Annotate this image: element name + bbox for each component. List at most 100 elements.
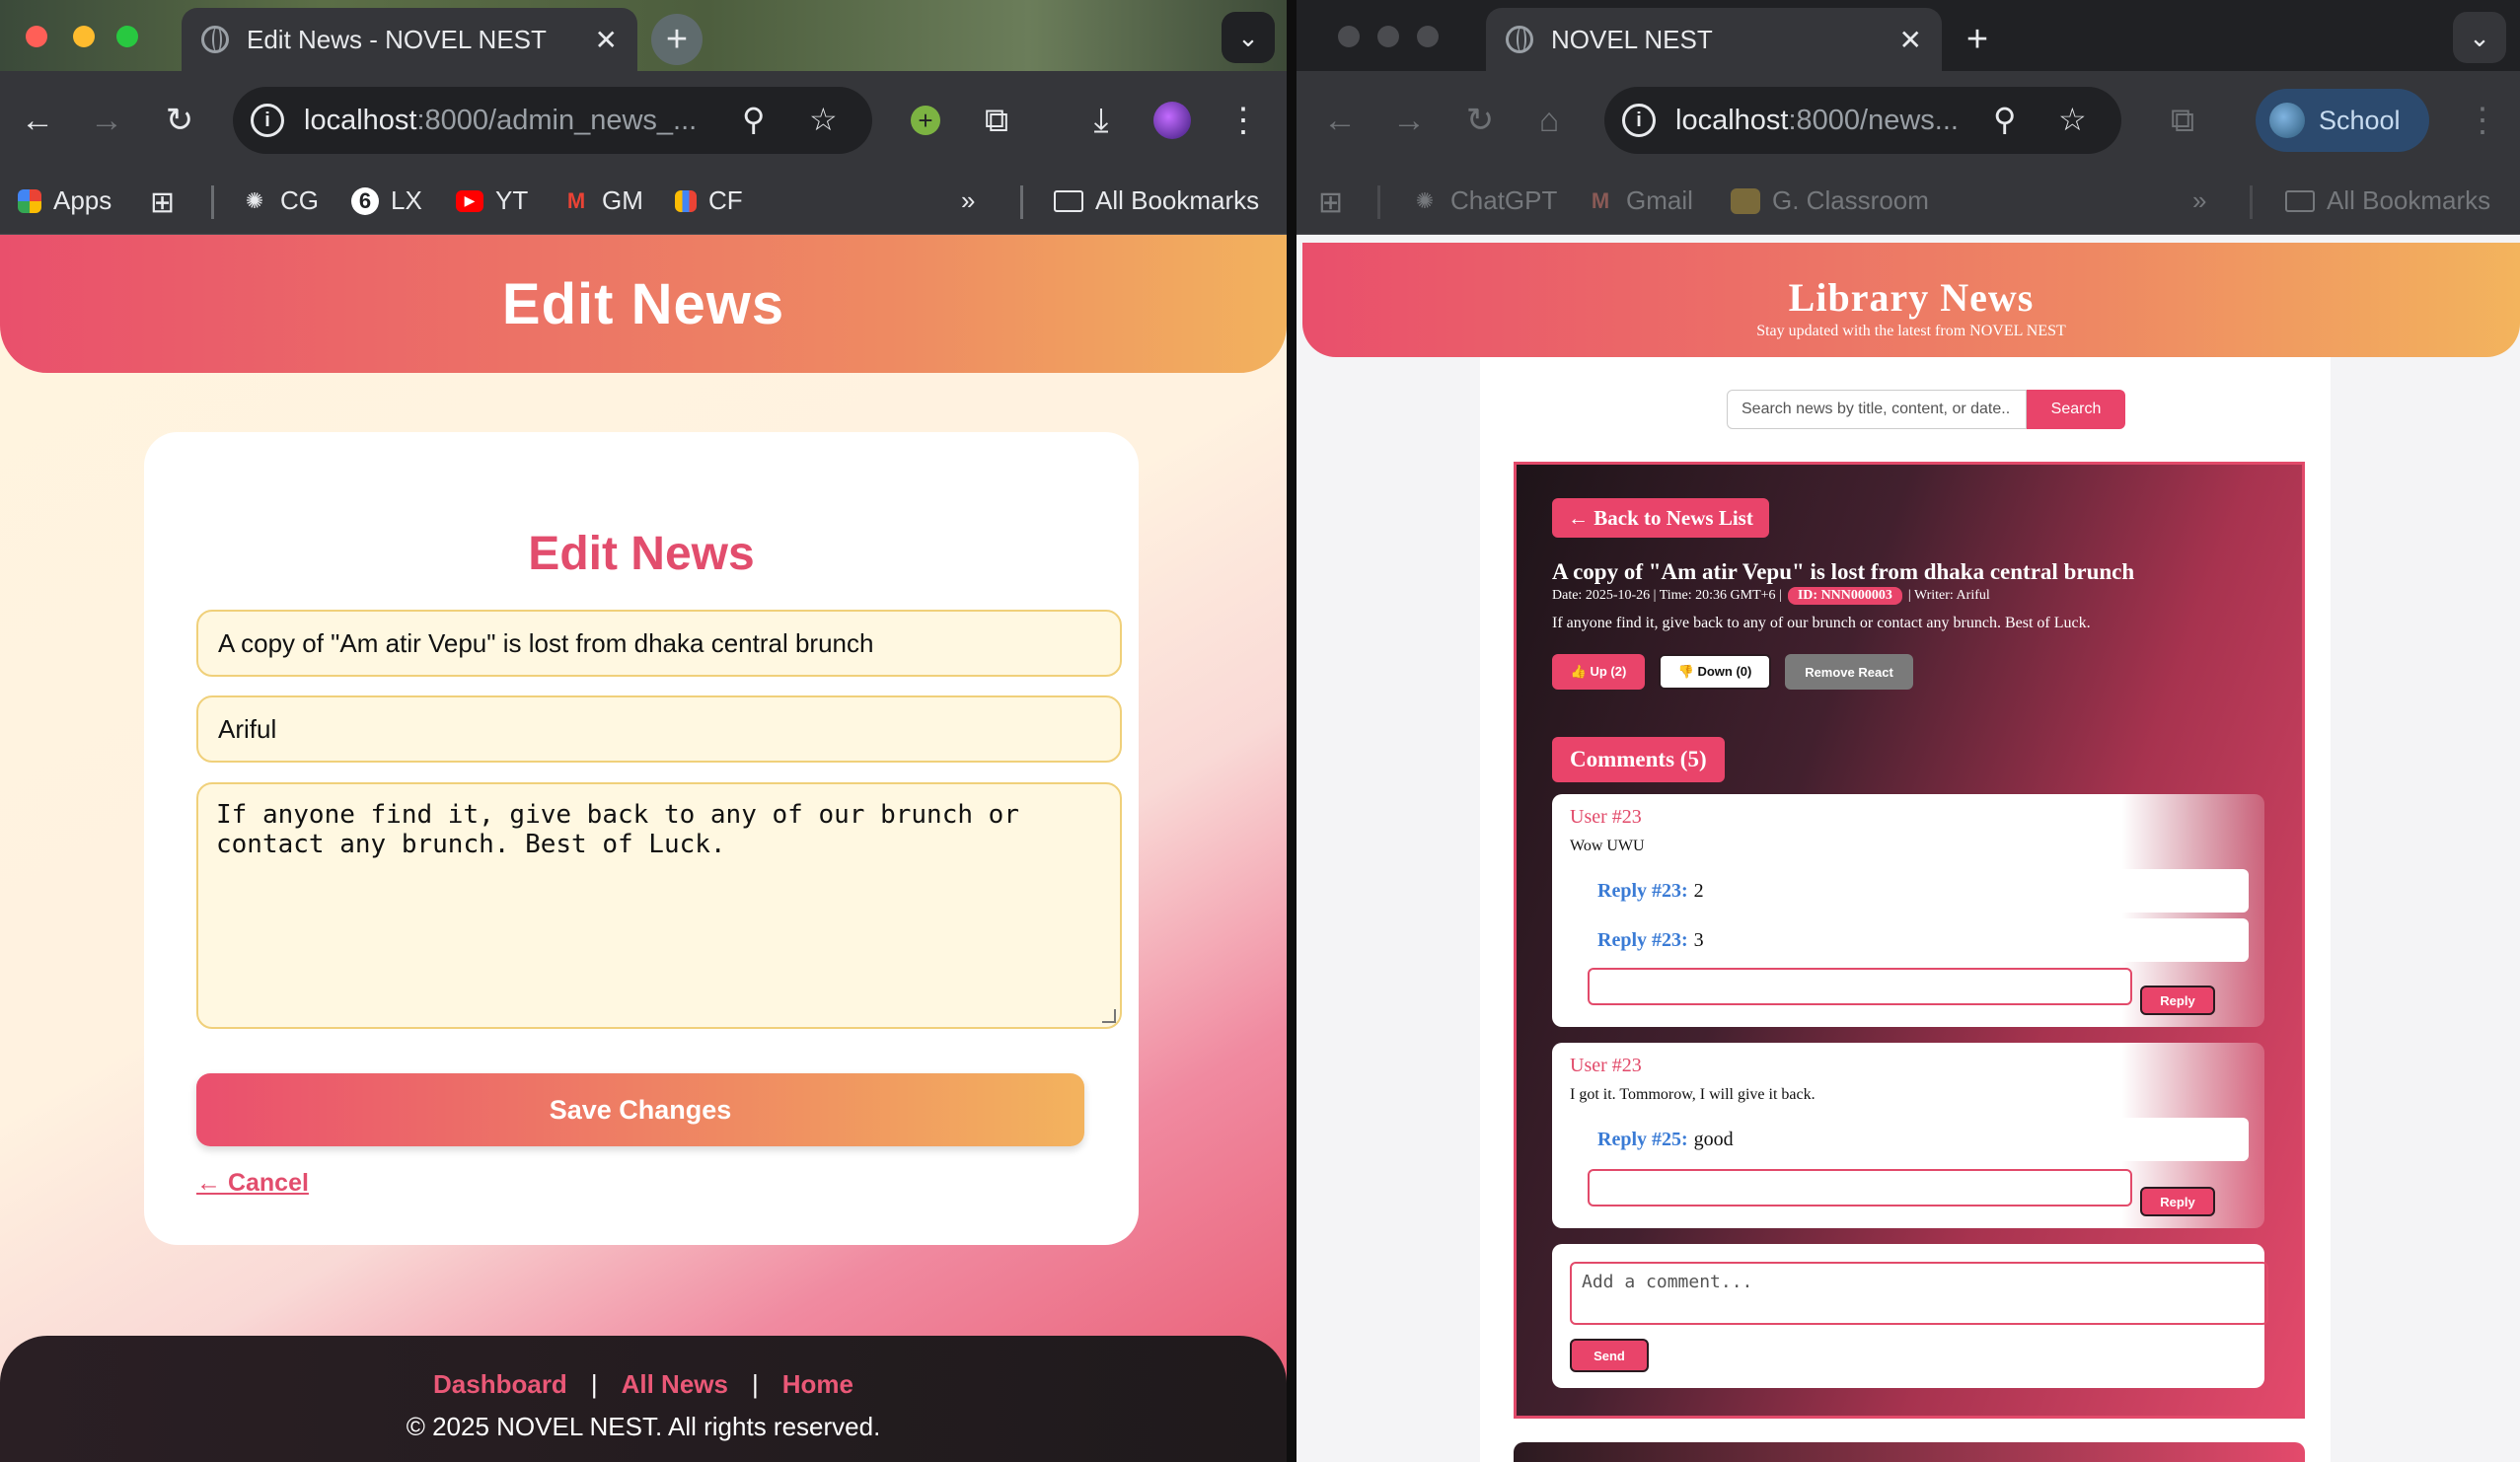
url-host: localhost (1675, 104, 1789, 136)
site-info-icon[interactable]: i (251, 104, 284, 137)
footer-link-home[interactable]: Home (782, 1369, 853, 1399)
bookmark-cf[interactable]: CF (675, 185, 743, 216)
url-path: :8000/admin_news_... (416, 104, 698, 136)
news-date-time: Date: 2025-10-26 | Time: 20:36 GMT+6 | (1552, 588, 1782, 603)
page-title: Edit News (501, 271, 785, 336)
writer-input[interactable]: Ariful (196, 695, 1122, 763)
footer-link-all-news[interactable]: All News (622, 1369, 728, 1399)
tab-close-icon[interactable]: ✕ (1899, 24, 1922, 56)
bookmark-chatgpt[interactable]: ✺ ChatGPT (1411, 185, 1558, 216)
next-news-panel (1514, 1442, 2305, 1462)
zoom-icon[interactable]: ⚲ (742, 101, 765, 138)
forward-arrow-icon[interactable]: → (81, 95, 132, 146)
reply-button[interactable]: Reply (2140, 1187, 2215, 1216)
tab-search-button[interactable]: ⌄ (2453, 12, 2506, 63)
all-bookmarks[interactable]: All Bookmarks (1054, 185, 1259, 216)
back-arrow-icon[interactable]: ← (12, 95, 63, 146)
reload-icon[interactable]: ↻ (1454, 95, 1506, 146)
zoom-window-button[interactable] (1417, 26, 1439, 47)
youtube-icon: ▶ (456, 189, 483, 212)
more-bookmarks-icon[interactable]: » (2192, 185, 2206, 216)
cancel-link[interactable]: ← Cancel (196, 1169, 309, 1198)
minimize-window-button[interactable] (1377, 26, 1399, 47)
bookmark-label: Apps (53, 185, 112, 215)
profile-avatar (2269, 103, 2305, 138)
bookmark-gmail[interactable]: M Gmail (1587, 185, 1693, 216)
close-window-button[interactable] (1338, 26, 1360, 47)
bookmark-gm[interactable]: M GM (562, 185, 643, 216)
reply-input[interactable] (1588, 1169, 2132, 1206)
reply-item: Reply #23: 3 (1588, 918, 2249, 962)
forward-arrow-icon[interactable]: → (1383, 95, 1435, 146)
folder-icon (2285, 189, 2315, 212)
more-bookmarks-icon[interactable]: » (961, 185, 975, 216)
gmail-icon: M (1591, 187, 1610, 213)
bookmark-star-icon[interactable]: ☆ (2058, 101, 2087, 138)
bookmark-apps[interactable]: Apps (18, 185, 111, 216)
add-comment-box: Add a comment... Send (1552, 1244, 2268, 1388)
bookmark-cg[interactable]: ✺ CG (241, 185, 319, 216)
remove-react-button[interactable]: Remove React (1785, 654, 1913, 690)
reply-input[interactable] (1588, 968, 2132, 1005)
bookmark-separator (1377, 185, 1380, 219)
news-title-input[interactable]: A copy of "Am atir Vepu" is lost from dh… (196, 610, 1122, 677)
bookmark-star-icon[interactable]: ☆ (809, 101, 838, 138)
back-to-news-list-button[interactable]: ← Back to News List (1552, 498, 1769, 538)
send-comment-button[interactable]: Send (1570, 1339, 1649, 1372)
save-changes-button[interactable]: Save Changes (196, 1073, 1084, 1146)
download-icon[interactable]: ⤓ (1075, 95, 1127, 146)
minimize-window-button[interactable] (73, 26, 95, 47)
bookmark-label: LX (391, 185, 422, 215)
extensions-puzzle-icon[interactable]: ⧉ (2157, 95, 2208, 146)
chatgpt-icon: ✺ (245, 187, 264, 213)
back-arrow-icon[interactable]: ← (1314, 95, 1366, 146)
comment-card: User #23 I got it. Tommorow, I will give… (1552, 1043, 2264, 1228)
reload-icon[interactable]: ↻ (154, 95, 205, 146)
bookmark-classroom[interactable]: G. Classroom (1731, 185, 1929, 216)
bookmark-label: YT (495, 185, 529, 215)
tab-search-button[interactable]: ⌄ (1222, 12, 1275, 63)
news-content-textarea[interactable]: If anyone find it, give back to any of o… (196, 782, 1122, 1029)
footer-link-dashboard[interactable]: Dashboard (433, 1369, 567, 1399)
react-down-button[interactable]: 👎 Down (0) (1659, 654, 1771, 690)
bookmark-label: GM (602, 185, 643, 215)
add-comment-textarea[interactable]: Add a comment... (1570, 1262, 2268, 1325)
left-browser-window: Edit News - NOVEL NEST ✕ + ⌄ ← → ↻ i loc… (0, 0, 1287, 1462)
close-window-button[interactable] (26, 26, 47, 47)
new-tab-button[interactable]: + (651, 14, 703, 65)
tab-strip: NOVEL NEST ✕ + ⌄ (1297, 0, 2520, 71)
chatgpt-icon: ✺ (1415, 187, 1435, 213)
menu-kebab-icon[interactable]: ⋮ (1218, 95, 1269, 146)
menu-kebab-icon[interactable]: ⋮ (2457, 95, 2508, 146)
reply-item: Reply #25: good (1588, 1118, 2249, 1161)
address-bar[interactable]: i localhost:8000/news... ⚲ ☆ (1604, 87, 2121, 154)
news-title: A copy of "Am atir Vepu" is lost from dh… (1552, 559, 2135, 584)
search-button[interactable]: Search (2027, 390, 2125, 429)
tab-groups-icon[interactable]: ⊞ (150, 185, 175, 220)
profile-avatar[interactable] (1147, 95, 1198, 146)
reply-button[interactable]: Reply (2140, 986, 2215, 1015)
search-input[interactable]: Search news by title, content, or date.. (1727, 390, 2027, 429)
home-icon[interactable]: ⌂ (1523, 95, 1575, 146)
comment-card: User #23 Wow UWU Reply #23: 2 Reply #23: 3… (1552, 794, 2264, 1027)
all-bookmarks[interactable]: All Bookmarks (2285, 185, 2490, 216)
active-tab[interactable]: Edit News - NOVEL NEST ✕ (182, 8, 637, 71)
tab-groups-icon[interactable]: ⊞ (1318, 185, 1343, 220)
extensions-puzzle-icon[interactable]: ⧉ (971, 95, 1022, 146)
site-info-icon[interactable]: i (1622, 104, 1656, 137)
new-tab-button[interactable]: + (1952, 14, 2003, 65)
bookmarks-bar: Apps ⊞ ✺ CG 6 LX ▶ YT M GM CF » All Bookmark… (0, 170, 1287, 235)
address-bar[interactable]: i localhost:8000/admin_news_... ⚲ ☆ (233, 87, 872, 154)
chart-icon (675, 189, 697, 212)
zoom-icon[interactable]: ⚲ (1993, 101, 2016, 138)
profile-chip[interactable]: School (2256, 89, 2429, 152)
tab-close-icon[interactable]: ✕ (595, 24, 618, 56)
zoom-window-button[interactable] (116, 26, 138, 47)
bookmark-lx[interactable]: 6 LX (351, 185, 422, 216)
extension-green-icon[interactable]: + (900, 95, 951, 146)
resize-handle-icon[interactable] (1102, 1009, 1116, 1023)
add-comment-placeholder: Add a comment... (1582, 1272, 1753, 1292)
active-tab[interactable]: NOVEL NEST ✕ (1486, 8, 1942, 71)
react-up-button[interactable]: 👍 Up (2) (1552, 654, 1645, 690)
bookmark-yt[interactable]: ▶ YT (456, 185, 528, 216)
